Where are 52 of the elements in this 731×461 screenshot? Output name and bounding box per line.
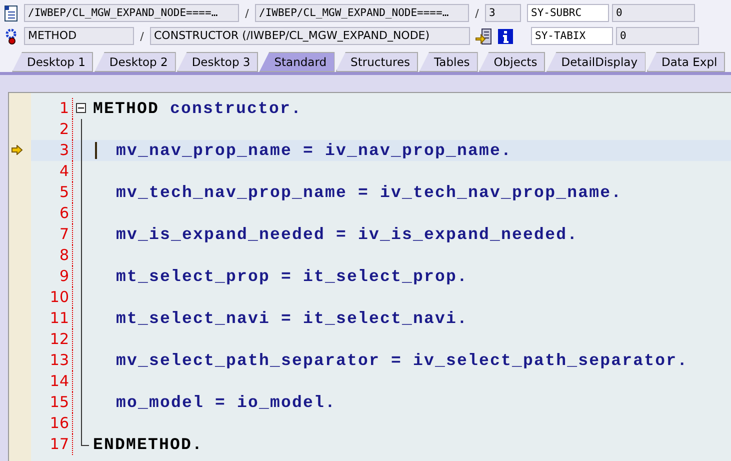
separator-slash: / [474, 6, 480, 20]
tab[interactable]: Tables [419, 52, 478, 72]
tab[interactable]: Objects [478, 52, 546, 72]
navigate-icon[interactable] [475, 28, 492, 44]
line-number: 15 [31, 392, 73, 413]
line-field: 3 [485, 4, 521, 22]
line-number: 6 [31, 203, 73, 224]
variable-name-field: SY-SUBRC [527, 4, 609, 22]
line-number: 7 [31, 224, 73, 245]
line-number: 10 [31, 287, 73, 308]
info-icon[interactable] [497, 28, 514, 44]
tab[interactable]: Desktop 1 [12, 52, 94, 72]
tab[interactable]: DetailDisplay [546, 52, 646, 72]
separator-slash: / [244, 6, 250, 20]
code-line: mo_model = io_model. [115, 393, 336, 412]
program-field: /IWBEP/CL_MGW_EXPAND_NODE====… [255, 4, 469, 22]
tab[interactable]: Desktop 3 [176, 52, 258, 72]
document-icon[interactable] [3, 4, 20, 22]
collapse-icon[interactable] [76, 103, 86, 113]
line-number: 14 [31, 371, 73, 392]
line-number: 4 [31, 161, 73, 182]
line-number: 5 [31, 182, 73, 203]
variable-name-field: SY-TABIX [531, 27, 613, 45]
line-number: 16 [31, 413, 73, 434]
line-number: 3 [31, 140, 73, 161]
tab[interactable]: Standard [259, 52, 335, 72]
tab[interactable]: Structures [336, 52, 418, 72]
code-line: mv_tech_nav_prop_name = iv_tech_nav_prop_name. [115, 183, 622, 202]
line-number: 8 [31, 245, 73, 266]
variable-value-field: 0 [616, 27, 699, 45]
code-line: ENDMETHOD. [93, 435, 204, 454]
code-line: mt_select_prop = it_select_prop. [115, 267, 468, 286]
line-number: 1 [31, 98, 73, 119]
line-number: 11 [31, 308, 73, 329]
line-number: 12 [31, 329, 73, 350]
tab[interactable]: Desktop 2 [94, 52, 176, 72]
separator-slash: / [139, 30, 145, 42]
current-line-arrow-icon [11, 145, 23, 155]
code-line: mv_select_path_separator = iv_select_path_separator. [115, 351, 688, 370]
code-line: mv_nav_prop_name = iv_nav_prop_name. [116, 141, 512, 160]
text-cursor [95, 142, 97, 159]
code-line: METHOD constructor. [93, 99, 302, 118]
line-number: 9 [31, 266, 73, 287]
variable-value-field: 0 [612, 4, 695, 22]
include-field: /IWBEP/CL_MGW_EXPAND_NODE====… [24, 4, 239, 22]
code-line: mt_select_navi = it_select_navi. [115, 309, 468, 328]
tab[interactable]: Data Expl [646, 52, 726, 72]
line-number: 13 [31, 350, 73, 371]
event-type-field: METHOD [24, 27, 134, 45]
event-field: CONSTRUCTOR (/IWBEP/CL_MGW_EXPAND_NODE) [150, 27, 470, 45]
line-number: 17 [31, 434, 73, 455]
code-line: mv_is_expand_needed = iv_is_expand_needed. [115, 225, 578, 244]
